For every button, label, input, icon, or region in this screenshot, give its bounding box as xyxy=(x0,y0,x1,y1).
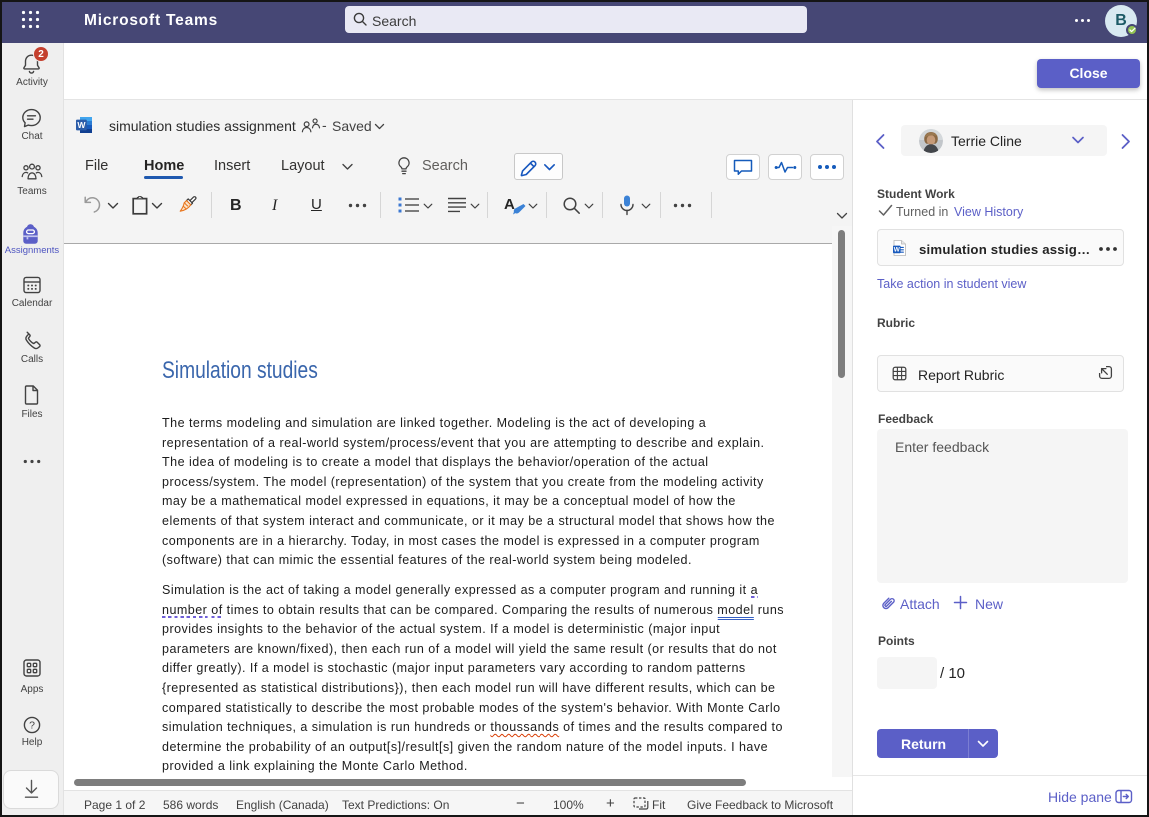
svg-text:?: ? xyxy=(29,720,35,732)
svg-text:W: W xyxy=(894,247,901,254)
svg-text:W: W xyxy=(77,120,86,130)
